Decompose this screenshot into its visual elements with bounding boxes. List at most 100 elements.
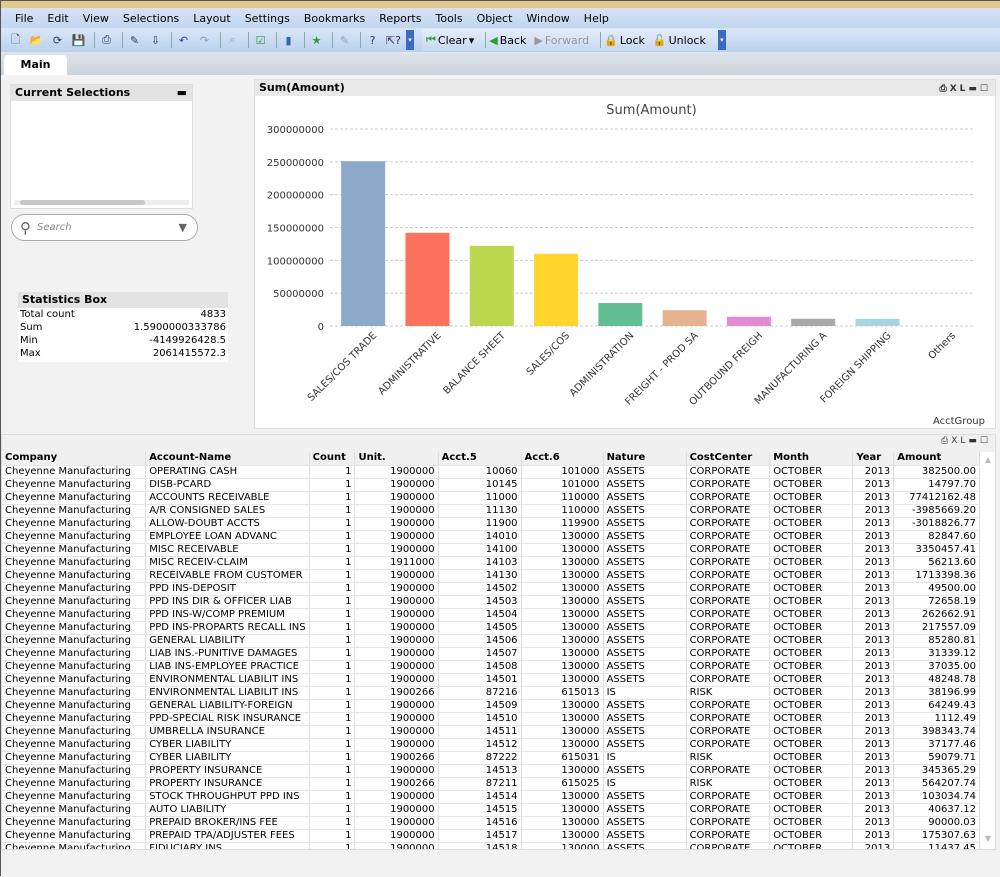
menu-reports[interactable]: Reports [379,12,421,25]
table-row[interactable]: Cheyenne Manufacturing DISB-PCARD 1 1900000… [2,478,980,492]
table-row[interactable]: Cheyenne Manufacturing UMBRELLA INSURANCE… [2,725,980,739]
table-row[interactable]: Cheyenne Manufacturing PPD INS-PROPARTS R… [2,621,980,635]
check-icon[interactable]: ☑ [252,32,269,49]
table-cell: RISK [686,777,771,791]
table-cell: CORPORATE [686,660,771,674]
menu-file[interactable]: File [15,12,33,25]
table-row[interactable]: Cheyenne Manufacturing CYBER LIABILITY 1 19… [2,738,980,752]
print-icon[interactable]: ⎙ [940,84,950,94]
column-header[interactable]: Acct.5 [438,452,522,466]
table-cell: 1 [309,556,356,570]
table-cell: OCTOBER [769,543,854,557]
table-row[interactable]: Cheyenne Manufacturing PPD INS-DEPOSIT 1 19… [2,582,980,596]
forward-button[interactable]: ▶ Forward [534,34,589,47]
edit-script-icon[interactable]: ✎ [126,32,143,49]
menu-help[interactable]: Help [584,12,609,25]
help-icon[interactable]: ? [364,32,381,49]
table-row[interactable]: Cheyenne Manufacturing PREPAID BROKER/INS… [2,816,980,830]
menu-selections[interactable]: Selections [123,12,179,25]
menu-settings[interactable]: Settings [245,12,290,25]
search-input[interactable]: ⚲ Search ▼ [11,214,198,241]
back-button[interactable]: ◀ Back [489,34,526,47]
menu-bookmarks[interactable]: Bookmarks [304,12,365,25]
table-cell: Cheyenne Manufacturing [2,621,147,635]
table-row[interactable]: Cheyenne Manufacturing EMPLOYEE LOAN ADVA… [2,530,980,544]
table-row[interactable]: Cheyenne Manufacturing PPD-SPECIAL RISK I… [2,712,980,726]
table-cell: 10145 [438,478,522,492]
menu-object[interactable]: Object [477,12,513,25]
new-icon[interactable]: 🗋 [7,32,24,49]
maximize-icon[interactable]: ☐ [980,436,991,446]
table-row[interactable]: Cheyenne Manufacturing MISC RECEIVABLE 1 19… [2,543,980,557]
reload-data-icon[interactable]: ⇩ [147,32,164,49]
column-header[interactable]: Company [2,452,147,466]
context-help-icon[interactable]: ⇱? [385,32,402,49]
menu-layout[interactable]: Layout [193,12,230,25]
menu-edit[interactable]: Edit [47,12,68,25]
vertical-scrollbar[interactable]: ▲ ▼ [983,455,993,847]
column-header[interactable]: Nature [603,452,687,466]
table-row[interactable]: Cheyenne Manufacturing FIDUCIARY INS 1 1900… [2,842,980,849]
minimize-icon[interactable]: ▬ [177,85,187,101]
table-row[interactable]: Cheyenne Manufacturing ENVIRONMENTAL LIAB… [2,673,980,687]
table-row[interactable]: Cheyenne Manufacturing AUTO LIABILITY 1 190… [2,803,980,817]
table-row[interactable]: Cheyenne Manufacturing PPD INS-W/COMP PRE… [2,608,980,622]
table-row[interactable]: Cheyenne Manufacturing PROPERTY INSURANCE… [2,777,980,791]
table-row[interactable]: Cheyenne Manufacturing STOCK THROUGHPUT P… [2,790,980,804]
minimize-icon[interactable]: ▬ [968,436,980,446]
column-header[interactable]: Account-Name [145,452,310,466]
toolbar-overflow-icon[interactable]: ▾ [406,30,414,50]
tab-main[interactable]: Main [4,55,67,76]
table-row[interactable]: Cheyenne Manufacturing PREPAID TPA/ADJUST… [2,829,980,843]
column-header[interactable]: Year [852,452,895,466]
search-icon[interactable]: ⌕ [224,32,241,49]
table-row[interactable]: Cheyenne Manufacturing LIAB INS.-PUNITIVE… [2,647,980,661]
table-row[interactable]: Cheyenne Manufacturing LIAB INS-EMPLOYEE … [2,660,980,674]
export-excel-icon[interactable]: XL [950,84,969,94]
table-row[interactable]: Cheyenne Manufacturing MISC RECEIV-CLAIM 1… [2,556,980,570]
maximize-icon[interactable]: ☐ [980,84,991,94]
open-icon[interactable]: 📂 [28,32,45,49]
table-row[interactable]: Cheyenne Manufacturing GENERAL LIABILITY-… [2,699,980,713]
table-cell: ASSETS [603,738,687,752]
table-row[interactable]: Cheyenne Manufacturing ALLOW-DOUBT ACCTS 1… [2,517,980,531]
export-excel-icon[interactable]: XL [951,436,968,446]
table-row[interactable]: Cheyenne Manufacturing CYBER LIABILITY 1 19… [2,751,980,765]
menu-view[interactable]: View [83,12,109,25]
table-cell: 130000 [521,712,604,726]
unlock-button[interactable]: 🔓 Unlock [653,34,706,47]
table-row[interactable]: Cheyenne Manufacturing PROPERTY INSURANCE… [2,764,980,778]
print-icon[interactable]: ⎙ [941,436,951,446]
clear-button[interactable]: ⏮ Clear ▾ [426,33,474,47]
redo-icon[interactable]: ↷ [196,32,213,49]
chart-icon[interactable]: ▮ [280,32,297,49]
menu-window[interactable]: Window [526,12,569,25]
table-cell: 14506 [438,634,522,648]
lock-button[interactable]: 🔒 Lock [604,34,645,47]
table-row[interactable]: Cheyenne Manufacturing ACCOUNTS RECEIVABL… [2,491,980,505]
horizontal-scrollbar[interactable] [14,200,189,205]
column-header[interactable]: Unit. [354,452,439,466]
menu-tools[interactable]: Tools [435,12,462,25]
reload-icon[interactable]: ⟳ [49,32,66,49]
table-row[interactable]: Cheyenne Manufacturing ENVIRONMENTAL LIAB… [2,686,980,700]
table-row[interactable]: Cheyenne Manufacturing A/R CONSIGNED SALE… [2,504,980,518]
undo-icon[interactable]: ↶ [175,32,192,49]
minimize-icon[interactable]: ▬ [968,84,980,94]
table-row[interactable]: Cheyenne Manufacturing RECEIVABLE FROM CU… [2,569,980,583]
table-row[interactable]: Cheyenne Manufacturing OPERATING CASH 1 190… [2,465,980,479]
save-icon[interactable]: 💾 [70,32,87,49]
star-icon[interactable]: ★ [308,32,325,49]
column-header[interactable]: Amount [893,452,980,466]
column-header[interactable]: Acct.6 [521,452,604,466]
properties-icon[interactable]: ✎ [336,32,353,49]
column-header[interactable]: Count [309,452,356,466]
table-cell: 1112.49 [893,712,980,726]
table-row[interactable]: Cheyenne Manufacturing GENERAL LIABILITY 1… [2,634,980,648]
print-icon[interactable]: ⎙ [98,32,115,49]
chevron-down-icon[interactable]: ▼ [179,221,187,234]
column-header[interactable]: Month [769,452,854,466]
toolbar-overflow-icon[interactable]: ▾ [717,30,726,50]
table-row[interactable]: Cheyenne Manufacturing PPD INS DIR & OFFI… [2,595,980,609]
column-header[interactable]: CostCenter [686,452,771,466]
